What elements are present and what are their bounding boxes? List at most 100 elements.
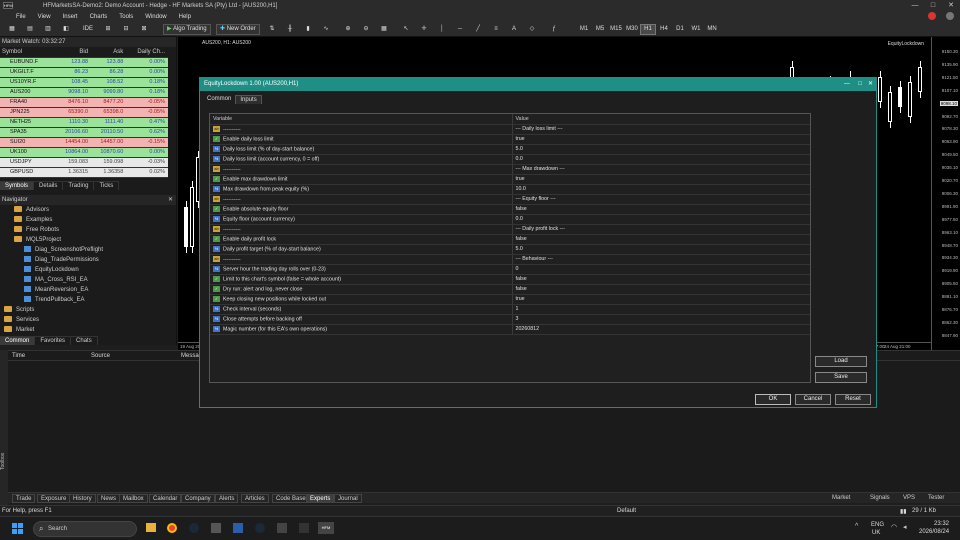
table-row[interactable]: ab ---------- --- Equity floor --- [210, 194, 810, 205]
app-icon[interactable] [299, 523, 309, 533]
col-variable[interactable]: Variable [210, 114, 513, 125]
table-row[interactable]: SPA35 20106.60 20110.50 0.62% [0, 127, 168, 138]
timeframe-d1[interactable]: D1 [672, 24, 688, 35]
tab-inputs[interactable]: Inputs [235, 95, 262, 104]
menu-charts[interactable]: Charts [90, 14, 108, 20]
tray-chevron-icon[interactable]: ^ [855, 523, 858, 530]
file-explorer-icon[interactable] [146, 523, 156, 532]
table-row[interactable]: ab ---------- --- Daily profit lock --- [210, 224, 810, 235]
tab-mailbox[interactable]: Mailbox [119, 494, 148, 503]
close-icon[interactable]: ✕ [868, 78, 873, 91]
load-button[interactable]: Load [815, 356, 867, 367]
windows-start-icon[interactable] [12, 523, 23, 534]
table-row[interactable]: ab ---------- --- Behaviour --- [210, 254, 810, 265]
col-daily-change[interactable]: Daily Ch... [126, 47, 168, 58]
tab-calendar[interactable]: Calendar [149, 494, 182, 503]
param-value[interactable]: false [512, 204, 810, 215]
channel-icon[interactable]: ≡ [488, 24, 504, 35]
vertical-line-icon[interactable]: │ [434, 24, 450, 35]
param-value[interactable]: 10.0 [512, 184, 810, 195]
navigator-item[interactable]: Services [0, 315, 176, 325]
param-value[interactable]: false [512, 274, 810, 285]
toolbox-right-signals[interactable]: Signals [870, 494, 890, 503]
timeframe-m5[interactable]: M5 [592, 24, 608, 35]
table-row[interactable]: ✓ Enable daily loss limit true [210, 134, 810, 145]
history-icon[interactable]: ⊠ [136, 24, 152, 35]
metatrader-taskbar-icon[interactable]: HFM [318, 522, 334, 534]
crosshair-icon[interactable]: ✛ [416, 24, 432, 35]
table-row[interactable]: ✓ Enable max drawdown limit true [210, 174, 810, 185]
table-row[interactable]: ½ Check interval (seconds) 1 [210, 304, 810, 315]
new-chart-icon[interactable]: ▦ [4, 24, 20, 35]
volume-icon[interactable]: ◂ [903, 523, 907, 531]
navigator-item[interactable]: Scripts [0, 305, 176, 315]
ok-button[interactable]: OK [755, 394, 791, 405]
param-value[interactable]: 5.0 [512, 244, 810, 255]
price-axis[interactable]: 9150.30 9135.90 9121.50 9107.10 9098.10 9092.… [931, 37, 960, 350]
wifi-icon[interactable]: ◠ [891, 523, 897, 531]
table-row[interactable]: FRA40 8476.10 8477.20 -0.05% [0, 97, 168, 108]
tab-favorites[interactable]: Favorites [35, 337, 72, 345]
navigator-item[interactable]: MeanReversion_EA [0, 285, 176, 295]
language-indicator[interactable]: ENG [871, 522, 884, 528]
timeframe-h1[interactable]: H1 [640, 24, 656, 35]
line-chart-icon[interactable]: ∿ [318, 24, 334, 35]
param-value[interactable]: 0 [512, 264, 810, 275]
table-row[interactable]: SUI20 14454.00 14457.00 -0.15% [0, 137, 168, 148]
table-row[interactable]: ✓ Keep closing new positions while locked… [210, 294, 810, 305]
table-row[interactable]: NETH25 1110.30 1111.40 0.47% [0, 117, 168, 128]
table-row[interactable]: ½ Equity floor (account currency) 0.0 [210, 214, 810, 225]
table-row[interactable]: ab ---------- --- Daily loss limit --- [210, 124, 810, 135]
table-row[interactable]: USDJPY 159.083 159.098 -0.03% [0, 157, 168, 168]
tester-icon[interactable]: ⊞ [100, 24, 116, 35]
tab-experts[interactable]: Experts [306, 494, 335, 503]
bar-chart-icon[interactable]: ╫ [282, 24, 298, 35]
timeframe-m1[interactable]: M1 [576, 24, 592, 35]
horizontal-line-icon[interactable]: ─ [452, 24, 468, 35]
timeframe-w1[interactable]: W1 [688, 24, 704, 35]
steam-icon[interactable] [189, 523, 199, 533]
table-row[interactable]: UK100 10864.00 10870.60 0.00% [0, 147, 168, 158]
indicators-icon[interactable]: ƒ [546, 24, 562, 35]
tab-news[interactable]: News [97, 494, 121, 503]
app-icon[interactable] [211, 523, 221, 533]
tab-details[interactable]: Details [34, 182, 64, 190]
market-watch-icon[interactable]: ▥ [40, 24, 56, 35]
debug-icon[interactable]: ⊟ [118, 24, 134, 35]
text-icon[interactable]: A [506, 24, 522, 35]
trendline-icon[interactable]: ╱ [470, 24, 486, 35]
table-row[interactable]: ✓ Dry run: alert and log, never close fals… [210, 284, 810, 295]
navigator-item[interactable]: EquityLockdown [0, 265, 176, 275]
timeframe-h4[interactable]: H4 [656, 24, 672, 35]
minimize-button[interactable]: — [906, 0, 924, 11]
table-row[interactable]: ab ---------- --- Max drawdown --- [210, 164, 810, 175]
tab-exposure[interactable]: Exposure [37, 494, 71, 503]
navigator-item[interactable]: Advisors [0, 205, 176, 215]
table-row[interactable]: UKGILT.F 86.23 86.28 0.00% [0, 67, 168, 78]
menu-tools[interactable]: Tools [119, 14, 133, 20]
param-value[interactable]: --- Equity floor --- [512, 194, 810, 205]
table-row[interactable]: GBPUSD 1.36315 1.36358 0.02% [0, 167, 168, 178]
param-value[interactable]: true [512, 294, 810, 305]
timeframe-m30[interactable]: M30 [624, 24, 640, 35]
navigator-item[interactable]: Diag_TradePermissions [0, 255, 176, 265]
buy-sell-icon[interactable]: ⇅ [264, 24, 280, 35]
table-row[interactable]: ✓ Enable absolute equity floor false [210, 204, 810, 215]
menu-help[interactable]: Help [179, 14, 191, 20]
param-value[interactable]: 0.0 [512, 214, 810, 225]
tab-trading[interactable]: Trading [63, 182, 95, 190]
col-symbol[interactable]: Symbol [0, 47, 56, 58]
navigator-item[interactable]: MQL5Project [0, 235, 176, 245]
menu-view[interactable]: View [38, 14, 51, 20]
navigator-item[interactable]: TrendPullback_EA [0, 295, 176, 305]
table-row[interactable]: AUS200 9098.10 9099.80 0.18% [0, 87, 168, 98]
menu-insert[interactable]: Insert [63, 14, 78, 20]
reset-button[interactable]: Reset [835, 394, 871, 405]
algo-trading-button[interactable]: ▶ Algo Trading [163, 24, 211, 35]
tile-icon[interactable]: ▦ [376, 24, 392, 35]
table-row[interactable]: ½ Close attempts before backing off 3 [210, 314, 810, 325]
chrome-icon[interactable] [167, 523, 177, 533]
col-value[interactable]: Value [512, 114, 810, 125]
param-value[interactable]: false [512, 284, 810, 295]
param-value[interactable]: 5.0 [512, 144, 810, 155]
